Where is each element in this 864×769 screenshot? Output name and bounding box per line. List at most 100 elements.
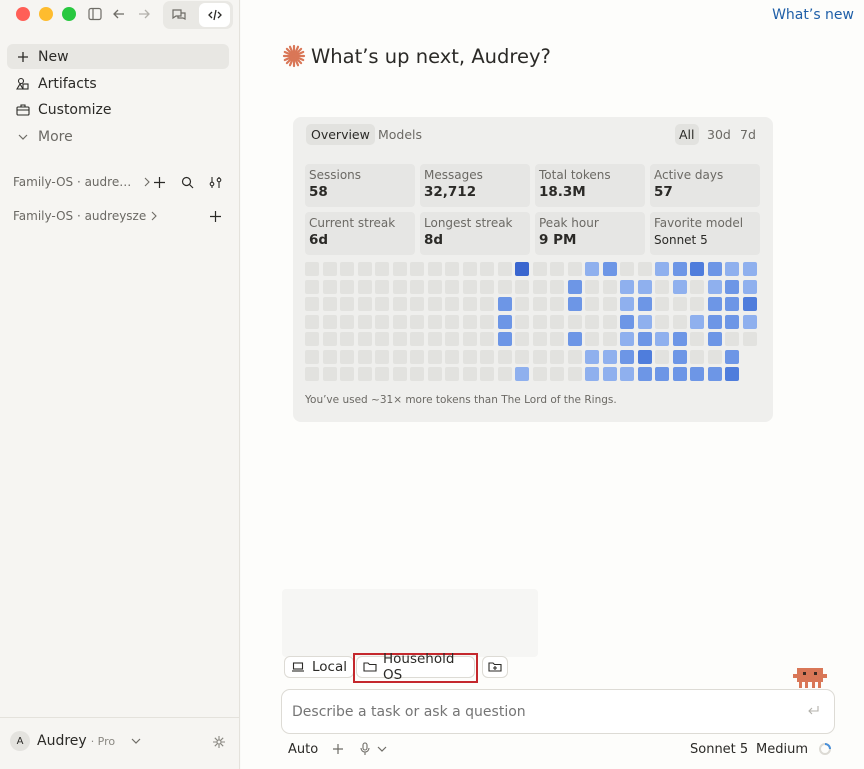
minimize-window-button[interactable] (39, 7, 53, 21)
add-project-icon[interactable] (209, 210, 222, 223)
model-selector[interactable]: Sonnet 5 (690, 742, 748, 757)
heatmap-cell (305, 279, 319, 294)
heatmap-cell (567, 262, 582, 276)
heatmap-cell (672, 349, 687, 364)
heatmap-cell (410, 297, 424, 311)
heatmap-cell (375, 279, 389, 294)
stat-value: 9 PM (539, 232, 577, 248)
heatmap-cell (550, 279, 564, 294)
heatmap-cell (357, 262, 372, 276)
add-folder-button[interactable] (482, 656, 508, 678)
heatmap-cell (620, 349, 634, 364)
chevron-down-icon[interactable] (377, 745, 387, 753)
nav-more[interactable]: More (7, 124, 229, 149)
heatmap-cell (392, 279, 407, 294)
folder-plus-icon (488, 661, 502, 673)
stat-label: Active days (654, 168, 724, 182)
heatmap-cell (497, 279, 512, 294)
prompt-input[interactable] (292, 702, 782, 722)
heatmap-cell (480, 297, 494, 311)
heatmap-cell (637, 314, 652, 329)
project-item-1[interactable]: Family-OS · audre… (13, 175, 151, 189)
heatmap-cell (427, 262, 442, 276)
nav-customize[interactable]: Customize (7, 97, 229, 122)
heatmap-cell (567, 297, 582, 311)
heatmap-cell (322, 349, 337, 364)
stats-panel: Overview Models All 30d 7d Sessions 58 Me… (293, 117, 773, 422)
heatmap-cell (637, 279, 652, 294)
range-all[interactable]: All (675, 124, 699, 145)
nav-artifacts[interactable]: Artifacts (7, 71, 229, 96)
stats-footnote: You’ve used ~31× more tokens than The Lo… (305, 394, 617, 406)
heatmap-cell (410, 314, 424, 329)
loading-spinner-icon (818, 742, 832, 756)
heatmap-cell (585, 332, 599, 346)
heatmap-cell (462, 367, 477, 381)
heatmap-cell (357, 332, 372, 346)
heatmap-cell (480, 367, 494, 381)
enter-return-icon[interactable] (807, 705, 820, 716)
plus-icon (15, 51, 31, 63)
user-menu[interactable]: A Audrey · Pro (10, 731, 141, 751)
microphone-icon[interactable] (359, 742, 371, 756)
heatmap-cell (322, 314, 337, 329)
heatmap-cell (410, 279, 424, 294)
heatmap-cell (322, 367, 337, 381)
activity-heatmap (305, 262, 765, 384)
add-project-icon[interactable] (153, 176, 166, 189)
stat-total-tokens: Total tokens 18.3M (535, 164, 645, 207)
stat-value: 18.3M (539, 184, 586, 200)
heatmap-cell (427, 332, 442, 346)
forward-arrow-icon[interactable] (137, 7, 151, 21)
chat-mode-icon[interactable] (171, 7, 187, 23)
heatmap-cell (462, 279, 477, 294)
heatmap-cell (602, 262, 617, 276)
attach-plus-icon[interactable] (332, 743, 344, 755)
whats-new-link[interactable]: What’s new (772, 7, 854, 23)
heatmap-cell (480, 332, 494, 346)
heatmap-cell (340, 349, 354, 364)
heatmap-cell (742, 314, 757, 329)
folder-selector-button[interactable]: Household OS (356, 651, 475, 683)
tab-overview[interactable]: Overview (306, 124, 375, 145)
tab-models[interactable]: Models (378, 124, 422, 145)
heatmap-cell (655, 367, 669, 381)
heatmap-cell (322, 262, 337, 276)
code-mode-icon[interactable] (199, 3, 230, 27)
range-7d[interactable]: 7d (740, 124, 756, 145)
heatmap-cell (322, 332, 337, 346)
sidebar-toggle-icon[interactable] (88, 7, 102, 21)
heatmap-cell (392, 367, 407, 381)
heatmap-cell (480, 349, 494, 364)
stat-sessions: Sessions 58 (305, 164, 415, 207)
heatmap-cell (620, 367, 634, 381)
search-icon[interactable] (181, 176, 194, 189)
heatmap-cell (532, 314, 547, 329)
heatmap-cell (550, 367, 564, 381)
heatmap-cell (655, 332, 669, 346)
filter-sliders-icon[interactable] (209, 176, 222, 189)
heatmap-cell (707, 332, 722, 346)
heatmap-cell (480, 262, 494, 276)
project-item-2[interactable]: Family-OS · audreysze (13, 209, 158, 223)
heatmap-cell (305, 297, 319, 311)
heatmap-cell (585, 262, 599, 276)
heatmap-cell (515, 279, 529, 294)
close-window-button[interactable] (16, 7, 30, 21)
mode-selector[interactable]: Auto (288, 742, 318, 757)
heatmap-cell (445, 367, 459, 381)
settings-sparkle-icon[interactable] (212, 735, 226, 749)
nav-label: More (38, 128, 73, 145)
effort-selector[interactable]: Medium (756, 742, 808, 757)
zoom-window-button[interactable] (62, 7, 76, 21)
local-env-button[interactable]: Local (284, 656, 354, 678)
heatmap-cell (672, 297, 687, 311)
heatmap-cell (445, 314, 459, 329)
heatmap-cell (672, 279, 687, 294)
nav-new[interactable]: New (7, 44, 229, 69)
heatmap-cell (602, 297, 617, 311)
user-plan: · Pro (90, 734, 116, 748)
heatmap-cell (357, 349, 372, 364)
back-arrow-icon[interactable] (112, 7, 126, 21)
range-30d[interactable]: 30d (707, 124, 731, 145)
